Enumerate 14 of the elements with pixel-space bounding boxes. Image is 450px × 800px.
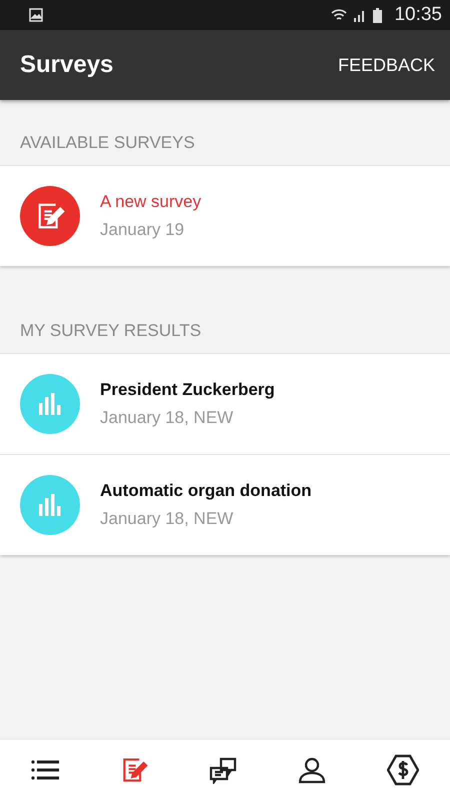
gallery-notification-icon [29, 8, 43, 22]
section-header: MY SURVEY RESULTS [19, 320, 202, 342]
survey-date: January 18, NEW [100, 509, 234, 529]
survey-title[interactable]: President Zuckerberg [100, 380, 275, 400]
survey-date: January 19 [100, 220, 186, 240]
status-time: 10:35 [394, 4, 442, 26]
survey-title[interactable]: A new survey [100, 192, 202, 212]
survey-title[interactable]: Automatic organ donation [100, 481, 312, 501]
survey-date: January 18, NEW [100, 408, 234, 428]
feedback-button[interactable]: FEEDBACK [338, 48, 435, 82]
section-header: AVAILABLE SURVEYS [19, 132, 196, 154]
wifi-icon [331, 8, 348, 22]
battery-icon [373, 8, 382, 22]
app-title: Surveys [20, 51, 114, 79]
